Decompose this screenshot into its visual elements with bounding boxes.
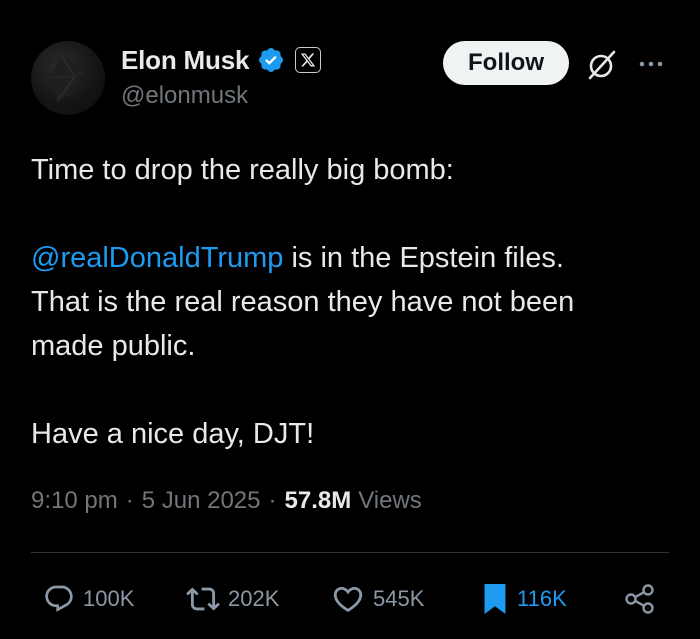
repost-count: 202K [228, 586, 280, 611]
tweet-line: @realDonaldTrump is in the Epstein files… [31, 236, 671, 280]
tweet-line: made public. [31, 330, 196, 362]
more-icon[interactable] [638, 58, 664, 70]
tweet-metadata: 9:10 pm · 5 Jun 2025 · 57.8M Views [31, 487, 422, 515]
avatar[interactable] [31, 41, 105, 115]
like-count: 545K [373, 586, 425, 611]
tweet-line-text: is in the Epstein files. [283, 242, 564, 274]
tweet-date[interactable]: 5 Jun 2025 [142, 487, 261, 515]
tweet-line: That is the real reason they have not be… [31, 286, 575, 318]
views-label: Views [358, 487, 422, 514]
separator-dot: · [268, 487, 277, 514]
reply-icon [45, 585, 73, 612]
separator-dot: · [125, 487, 134, 514]
reply-button[interactable]: 100K [43, 579, 134, 619]
mention-link[interactable]: @realDonaldTrump [31, 242, 283, 274]
bookmark-count: 116K [517, 586, 567, 611]
bookmark-icon [484, 583, 506, 615]
share-button[interactable] [622, 579, 658, 619]
repost-icon [186, 587, 220, 611]
divider [31, 552, 669, 553]
bookmark-button[interactable]: 116K [481, 579, 567, 619]
tweet-line: Time to drop the really big bomb: [31, 154, 454, 186]
avatar-image [51, 54, 84, 102]
verified-badge-icon[interactable] [257, 46, 285, 74]
tweet-time[interactable]: 9:10 pm [31, 487, 118, 515]
author-display-name[interactable]: Elon Musk [121, 45, 249, 76]
reply-count: 100K [83, 586, 135, 611]
share-icon [625, 584, 654, 614]
x-affiliate-badge[interactable] [295, 47, 322, 73]
repost-button[interactable]: 202K [186, 579, 279, 619]
follow-button[interactable]: Follow [443, 41, 569, 85]
grok-icon[interactable] [585, 48, 619, 82]
x-logo-icon [301, 53, 316, 67]
tweet-line: Have a nice day, DJT! [31, 418, 315, 450]
views-count: 57.8M [284, 487, 352, 514]
like-button[interactable]: 545K [331, 579, 424, 619]
author-name-row: Elon Musk [121, 43, 322, 77]
tweet-text: Time to drop the really big bomb: @realD… [31, 148, 671, 456]
like-icon [333, 586, 363, 612]
author-handle[interactable]: @elonmusk [121, 82, 248, 110]
